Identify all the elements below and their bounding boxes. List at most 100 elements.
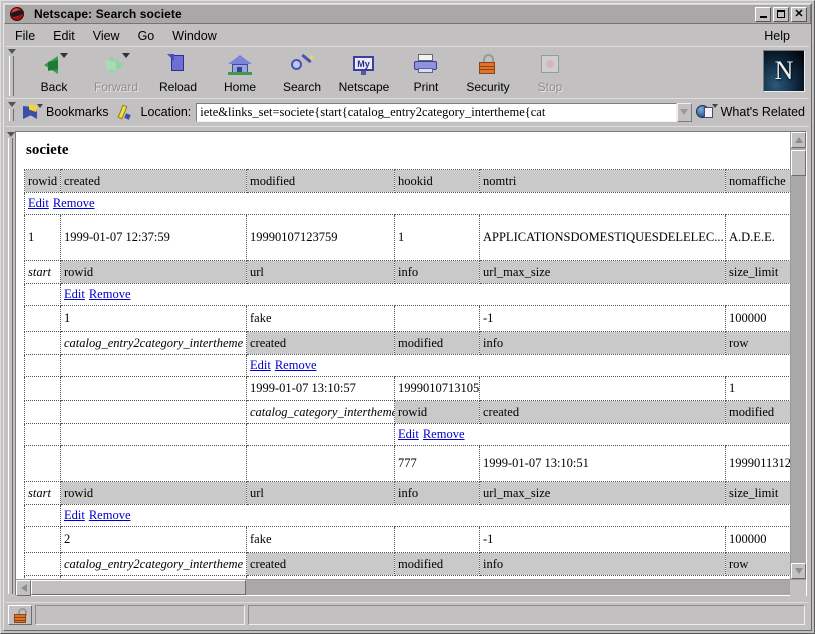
scroll-left-button[interactable] — [16, 580, 31, 596]
netscape-window: Netscape: Search societe ✕ File Edit Vie… — [0, 0, 815, 634]
print-button[interactable]: Print — [395, 49, 457, 94]
scroll-up-button[interactable] — [791, 132, 806, 148]
col-c2ci-created: created — [247, 332, 395, 355]
netscape-logo-button[interactable]: N — [763, 50, 805, 92]
cell-spacer — [25, 527, 61, 553]
menu-window[interactable]: Window — [163, 27, 225, 45]
title-bar[interactable]: Netscape: Search societe ✕ — [4, 4, 811, 24]
maximize-button[interactable] — [773, 7, 789, 22]
location-dropdown-button[interactable] — [677, 103, 692, 122]
nested-c2ci2-action-row: EditRemove — [25, 576, 791, 580]
col-c2ci-info: info — [480, 553, 726, 576]
nested-label-start: start — [25, 261, 61, 284]
cell-spacer — [25, 355, 61, 377]
cell-start2-info — [395, 527, 480, 553]
bookmarks-label[interactable]: Bookmarks — [46, 105, 109, 119]
cell-start2-rowid: 2 — [61, 527, 247, 553]
col-cci-modified: modified — [726, 401, 791, 424]
nested-c2ci-row: 1999-01-07 13:10:57 19990107131057 1 — [25, 377, 791, 401]
remove-link[interactable]: Remove — [53, 196, 95, 210]
cell-start-rowid: 1 — [61, 306, 247, 332]
navigation-toolbar: Back Forward Reload Home — [6, 46, 809, 99]
cell-spacer — [61, 355, 247, 377]
nested-label-c2ci: catalog_entry2category_intertheme — [61, 553, 247, 576]
cell-spacer — [25, 306, 61, 332]
reload-page-icon — [163, 52, 193, 78]
security-button[interactable]: Security — [457, 49, 519, 94]
scroll-down-button[interactable] — [791, 563, 806, 579]
nested-c2ci-header-row: catalog_entry2category_intertheme create… — [25, 332, 791, 355]
back-button[interactable]: Back — [23, 49, 85, 94]
menu-file[interactable]: File — [6, 27, 44, 45]
vertical-scroll-track[interactable] — [791, 148, 806, 563]
locationbar-collapse-grip[interactable] — [6, 100, 17, 124]
cell-nomaffiche: A.D.E.E. — [726, 215, 791, 261]
menu-go[interactable]: Go — [129, 27, 164, 45]
col-cci-created: created — [480, 401, 726, 424]
edit-link[interactable]: Edit — [398, 427, 419, 441]
table-row: 1 1999-01-07 12:37:59 19990107123759 1 A… — [25, 215, 791, 261]
menu-view[interactable]: View — [84, 27, 129, 45]
stop-button[interactable]: Stop — [519, 49, 581, 94]
action-links-cell: Edit Remove — [395, 424, 791, 446]
action-links-cell: Edit Remove — [61, 284, 791, 306]
cell-start2-url: fake — [247, 527, 395, 553]
page-title: societe — [26, 142, 790, 159]
menu-bar: File Edit View Go Window Help — [6, 26, 809, 46]
home-button[interactable]: Home — [209, 49, 271, 94]
house-icon — [225, 52, 255, 78]
forward-button-label: Forward — [94, 80, 138, 94]
table-header-row: rowid created modified hookid nomtri nom… — [25, 170, 791, 193]
vertical-scrollbar[interactable] — [790, 132, 806, 579]
pencil-icon[interactable] — [117, 103, 135, 121]
menu-help[interactable]: Help — [755, 27, 799, 45]
netscape-button-label: Netscape — [339, 80, 390, 94]
edit-link[interactable]: Edit — [250, 358, 271, 372]
col-c2ci-info: info — [480, 332, 726, 355]
cell-spacer — [61, 576, 247, 580]
minimize-button[interactable] — [755, 7, 771, 22]
chevron-down-icon — [37, 104, 43, 108]
horizontal-scroll-track[interactable] — [31, 580, 790, 595]
close-button[interactable]: ✕ — [791, 7, 807, 22]
horizontal-scrollbar[interactable] — [16, 579, 806, 595]
horizontal-scroll-thumb[interactable] — [31, 580, 246, 595]
action-links-cell: Edit Remove — [25, 193, 791, 215]
security-button-label: Security — [466, 80, 509, 94]
cell-start-url: fake — [247, 306, 395, 332]
edit-link[interactable]: Edit — [64, 508, 85, 522]
nested-start-action-row: Edit Remove — [25, 284, 791, 306]
netscape-button[interactable]: My Netscape — [333, 49, 395, 94]
search-button[interactable]: Search — [271, 49, 333, 94]
whats-related-button[interactable]: What's Related — [696, 103, 805, 121]
content-collapse-grip[interactable] — [6, 131, 15, 596]
bookmark-icon[interactable] — [21, 103, 43, 121]
cell-spacer — [25, 505, 61, 527]
cell-cci-modified: 199901131226 — [726, 446, 791, 482]
back-button-label: Back — [41, 80, 68, 94]
societe-table: rowid created modified hookid nomtri nom… — [24, 169, 790, 579]
page-viewport: societe rowid created modified — [16, 132, 790, 579]
edit-link[interactable]: Edit — [28, 196, 49, 210]
reload-button[interactable]: Reload — [147, 49, 209, 94]
status-message — [35, 605, 245, 625]
collapse-triangle-icon — [8, 102, 16, 107]
cell-spacer — [61, 446, 247, 482]
cell-cci-rowid: 777 — [395, 446, 480, 482]
security-padlock-icon[interactable] — [8, 605, 32, 625]
remove-link[interactable]: Remove — [423, 427, 465, 441]
forward-button[interactable]: Forward — [85, 49, 147, 94]
edit-link[interactable]: Edit — [64, 287, 85, 301]
toolbar-buttons: Back Forward Reload Home — [17, 47, 581, 99]
arrow-up-icon — [795, 137, 803, 143]
vertical-scroll-thumb[interactable] — [791, 150, 806, 176]
nested-label-c2ci: catalog_entry2category_intertheme — [61, 332, 247, 355]
remove-link[interactable]: Remove — [89, 287, 131, 301]
col-cci-rowid: rowid — [395, 401, 480, 424]
remove-link[interactable]: Remove — [89, 508, 131, 522]
nested-start-row: 1 fake -1 100000 — [25, 306, 791, 332]
toolbar-collapse-grip[interactable] — [6, 47, 17, 99]
remove-link[interactable]: Remove — [275, 358, 317, 372]
location-input[interactable]: iete&links_set=societe{start{catalog_ent… — [196, 103, 676, 122]
menu-edit[interactable]: Edit — [44, 27, 84, 45]
